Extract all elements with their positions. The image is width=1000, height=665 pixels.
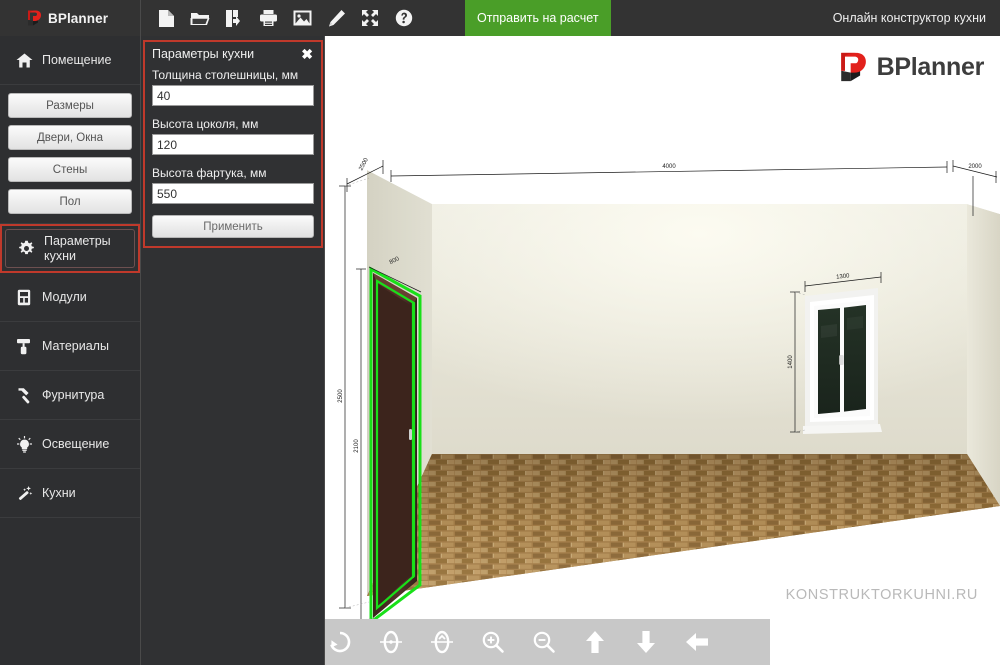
move-down-icon[interactable] xyxy=(620,619,671,665)
window-object xyxy=(803,288,882,434)
viewport-logo: BPlanner xyxy=(837,50,984,84)
door-object xyxy=(369,266,422,626)
left-sidebar: Помещение Размеры Двери, Окна Стены Пол … xyxy=(0,36,141,665)
panel-title: Параметры кухни xyxy=(152,47,255,61)
lightbulb-icon xyxy=(15,435,33,453)
print-icon[interactable] xyxy=(251,0,285,36)
open-folder-glyph xyxy=(190,12,210,25)
kitchen-parameters-panel: Параметры кухни ✖ Толщина столешницы, мм… xyxy=(143,40,323,248)
sidebar-item-label: Кухни xyxy=(42,485,76,500)
sidebar-item-osveschenie[interactable]: Освещение xyxy=(0,420,140,469)
dim-right-wall-depth: 2000 xyxy=(968,164,982,170)
parameters-column: Параметры кухни ✖ Толщина столешницы, мм… xyxy=(141,36,325,665)
fullscreen-glyph xyxy=(362,10,378,26)
move-up-icon[interactable] xyxy=(569,619,620,665)
rotate-vertical-b-icon[interactable] xyxy=(416,619,467,665)
sidebar-item-pomeschenie[interactable]: Помещение xyxy=(0,36,140,85)
top-header-bar: BPlanner Отправить на расчет Онлайн конс… xyxy=(0,0,1000,36)
bplanner-logo-icon xyxy=(840,52,866,82)
move-up-glyph xyxy=(585,631,604,653)
move-left-glyph xyxy=(685,633,708,651)
app-logo[interactable]: BPlanner xyxy=(0,0,141,36)
gear-icon xyxy=(17,240,35,258)
move-down-glyph xyxy=(636,631,655,653)
zoom-out-icon[interactable] xyxy=(518,619,569,665)
magic-wand-icon xyxy=(15,484,33,502)
close-icon[interactable]: ✖ xyxy=(300,47,314,61)
file-toolbar xyxy=(141,0,421,36)
print-glyph xyxy=(259,10,277,26)
sidebar-item-label: Освещение xyxy=(42,436,110,451)
sidebar-item-label: Помещение xyxy=(42,52,112,67)
module-icon xyxy=(15,288,33,306)
home-icon xyxy=(15,51,33,69)
sidebar-item-kuhni[interactable]: Кухни xyxy=(0,469,140,518)
app-root: BPlanner Отправить на расчет Онлайн конс… xyxy=(0,0,1000,665)
sidebar-item-furnitura[interactable]: Фурнитура xyxy=(0,371,140,420)
zoom-in-glyph xyxy=(482,631,504,653)
image-export-icon[interactable] xyxy=(285,0,319,36)
open-folder-icon[interactable] xyxy=(183,0,217,36)
sidebar-item-label-line1: Параметры xyxy=(44,234,111,249)
sidebar-item-moduli[interactable]: Модули xyxy=(0,273,140,322)
sub-button-pol[interactable]: Пол xyxy=(8,189,132,214)
new-file-icon[interactable] xyxy=(149,0,183,36)
dim-window-height: 1400 xyxy=(788,355,794,369)
field-label-countertop-thickness: Толщина столешницы, мм xyxy=(152,68,299,82)
dim-back-wall-width: 4000 xyxy=(662,164,676,170)
sub-button-razmery[interactable]: Размеры xyxy=(8,93,132,118)
app-logo-text: BPlanner xyxy=(48,10,109,26)
rotate-vertical-a-icon[interactable] xyxy=(365,619,416,665)
room-sub-buttons: Размеры Двери, Окна Стены Пол xyxy=(0,85,140,224)
apply-button[interactable]: Применить xyxy=(152,215,314,238)
hammer-icon xyxy=(15,386,33,404)
sub-button-steny[interactable]: Стены xyxy=(8,157,132,182)
sub-button-dveri-okna[interactable]: Двери, Окна xyxy=(8,125,132,150)
pencil-glyph xyxy=(328,9,345,26)
panel-header: Параметры кухни ✖ xyxy=(152,47,314,61)
save-glyph xyxy=(226,9,240,27)
move-left-icon[interactable] xyxy=(671,619,722,665)
field-label-plinth-height: Высота цоколя, мм xyxy=(152,117,259,131)
dim-room-height: 2500 xyxy=(338,389,344,403)
sidebar-item-label: Модули xyxy=(42,289,87,304)
sidebar-item-parametry-kuhni[interactable]: Параметры кухни xyxy=(0,224,140,273)
sidebar-item-label-line2: кухни xyxy=(44,248,76,263)
zoom-in-icon[interactable] xyxy=(467,619,518,665)
paint-roller-icon xyxy=(15,337,33,355)
sidebar-item-label: Материалы xyxy=(42,338,109,353)
help-icon[interactable] xyxy=(387,0,421,36)
field-label-backsplash-height: Высота фартука, мм xyxy=(152,166,267,180)
sidebar-item-label: Параметры кухни xyxy=(44,234,111,263)
sidebar-item-materialy[interactable]: Материалы xyxy=(0,322,140,371)
fullscreen-icon[interactable] xyxy=(353,0,387,36)
help-glyph xyxy=(395,9,413,27)
rotate-vertical-b-glyph xyxy=(430,630,453,654)
image-glyph xyxy=(293,10,311,26)
pencil-edit-icon[interactable] xyxy=(319,0,353,36)
rotate-vertical-a-glyph xyxy=(379,630,402,654)
viewport-logo-text: BPlanner xyxy=(876,52,985,81)
3d-viewport[interactable]: 4000 2000 2500 2500 2100 800 1300 1400 B… xyxy=(325,36,1000,665)
header-tagline: Онлайн конструктор кухни xyxy=(832,11,986,25)
backsplash-height-input[interactable] xyxy=(152,183,314,204)
room-3d-render: 4000 2000 2500 2500 2100 800 1300 1400 xyxy=(338,156,1000,626)
rotate-left-glyph xyxy=(329,631,350,653)
sidebar-item-label: Фурнитура xyxy=(42,387,105,402)
send-to-calculation-button[interactable]: Отправить на расчет xyxy=(465,0,611,36)
countertop-thickness-input[interactable] xyxy=(152,85,314,106)
save-icon[interactable] xyxy=(217,0,251,36)
view-controls-toolbar xyxy=(308,619,770,665)
plinth-height-input[interactable] xyxy=(152,134,314,155)
watermark-text: KONSTRUKTORKUHNI.RU xyxy=(785,587,978,603)
bplanner-logo-icon xyxy=(28,10,42,26)
zoom-out-glyph xyxy=(533,631,555,653)
dim-door-height: 2100 xyxy=(354,439,360,453)
new-file-glyph xyxy=(158,9,174,27)
